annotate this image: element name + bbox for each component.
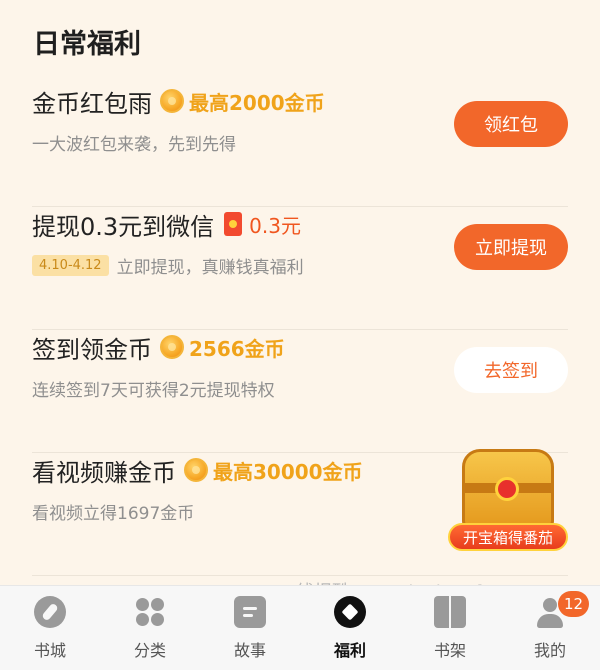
coin-icon xyxy=(160,335,184,359)
tab-bookstore[interactable]: 书城 xyxy=(0,586,100,670)
task-row-watch-video: 看视频赚金币 最高30000金币 看视频立得1697金币 开宝箱得番茄 xyxy=(32,449,568,576)
task-title: 看视频赚金币 xyxy=(32,458,176,487)
task-reward: 0.3元 xyxy=(249,213,301,238)
task-subtitle: 一大波红包来袭，先到先得 xyxy=(32,130,236,155)
document-icon xyxy=(234,596,266,628)
date-range-tag: 4.10-4.12 xyxy=(32,255,109,276)
task-description: 一大波红包来袭，先到先得 xyxy=(32,135,236,155)
tab-bookshelf[interactable]: 书架 xyxy=(400,586,500,670)
task-row-withdraw: 提现0.3元到微信 0.3元 4.10-4.12 立即提现，真赚钱真福利 立即提… xyxy=(32,207,568,330)
compass-icon xyxy=(34,596,66,628)
coin-icon xyxy=(160,89,184,113)
task-title-line: 金币红包雨 最高2000金币 xyxy=(32,84,325,118)
tab-label: 分类 xyxy=(133,641,166,660)
task-subtitle: 看视频立得1697金币 xyxy=(32,499,194,524)
tab-label: 我的 xyxy=(533,641,566,660)
tab-welfare[interactable]: 福利 xyxy=(300,586,400,670)
notification-badge: 12 xyxy=(558,591,590,617)
task-title: 签到领金币 xyxy=(32,335,152,364)
task-reward: 2566金币 xyxy=(189,336,285,361)
task-row-check-in: 签到领金币 2566金币 连续签到7天可获得2元提现特权 去签到 xyxy=(32,330,568,453)
claim-red-packet-button[interactable]: 领红包 xyxy=(454,101,568,147)
task-subtitle: 连续签到7天可获得2元提现特权 xyxy=(32,376,275,401)
task-description: 看视频立得1697金币 xyxy=(32,504,195,524)
task-description: 连续签到7天可获得2元提现特权 xyxy=(32,381,275,401)
welfare-panel: 日常福利 金币红包雨 最高2000金币 一大波红包来袭，先到先得 领红包 提现0… xyxy=(0,0,600,670)
welfare-icon xyxy=(334,596,366,628)
heart-lock-icon xyxy=(495,477,519,501)
red-envelope-icon xyxy=(224,212,243,236)
book-icon xyxy=(434,596,466,628)
task-reward: 最高30000金币 xyxy=(213,459,363,484)
grid-icon xyxy=(134,596,166,628)
task-title-line: 签到领金币 2566金币 xyxy=(32,330,285,364)
withdraw-now-button[interactable]: 立即提现 xyxy=(454,224,568,270)
task-description: 立即提现，真赚钱真福利 xyxy=(116,258,304,278)
task-title-line: 提现0.3元到微信 0.3元 xyxy=(32,207,301,241)
tab-label: 书城 xyxy=(33,641,66,660)
tab-label: 故事 xyxy=(233,641,266,660)
task-title: 金币红包雨 xyxy=(32,89,152,118)
bottom-tab-bar: 书城 分类 故事 福利 书架 我的 12 xyxy=(0,585,600,670)
chest-label: 开宝箱得番茄 xyxy=(448,523,568,551)
task-row-red-packet-rain: 金币红包雨 最高2000金币 一大波红包来袭，先到先得 领红包 xyxy=(32,84,568,207)
task-title-line: 看视频赚金币 最高30000金币 xyxy=(32,453,363,487)
tab-mine[interactable]: 我的 12 xyxy=(500,586,600,670)
tab-label: 福利 xyxy=(333,641,366,660)
task-reward: 最高2000金币 xyxy=(189,90,325,115)
coin-icon xyxy=(184,458,208,482)
treasure-chest-button[interactable]: 开宝箱得番茄 xyxy=(448,443,568,551)
task-title: 提现0.3元到微信 xyxy=(32,212,215,241)
tab-story[interactable]: 故事 xyxy=(200,586,300,670)
tab-label: 书架 xyxy=(433,641,466,660)
section-title: 日常福利 xyxy=(33,29,141,60)
task-subtitle: 4.10-4.12 立即提现，真赚钱真福利 xyxy=(32,253,304,278)
tab-category[interactable]: 分类 xyxy=(100,586,200,670)
check-in-button[interactable]: 去签到 xyxy=(454,347,568,393)
